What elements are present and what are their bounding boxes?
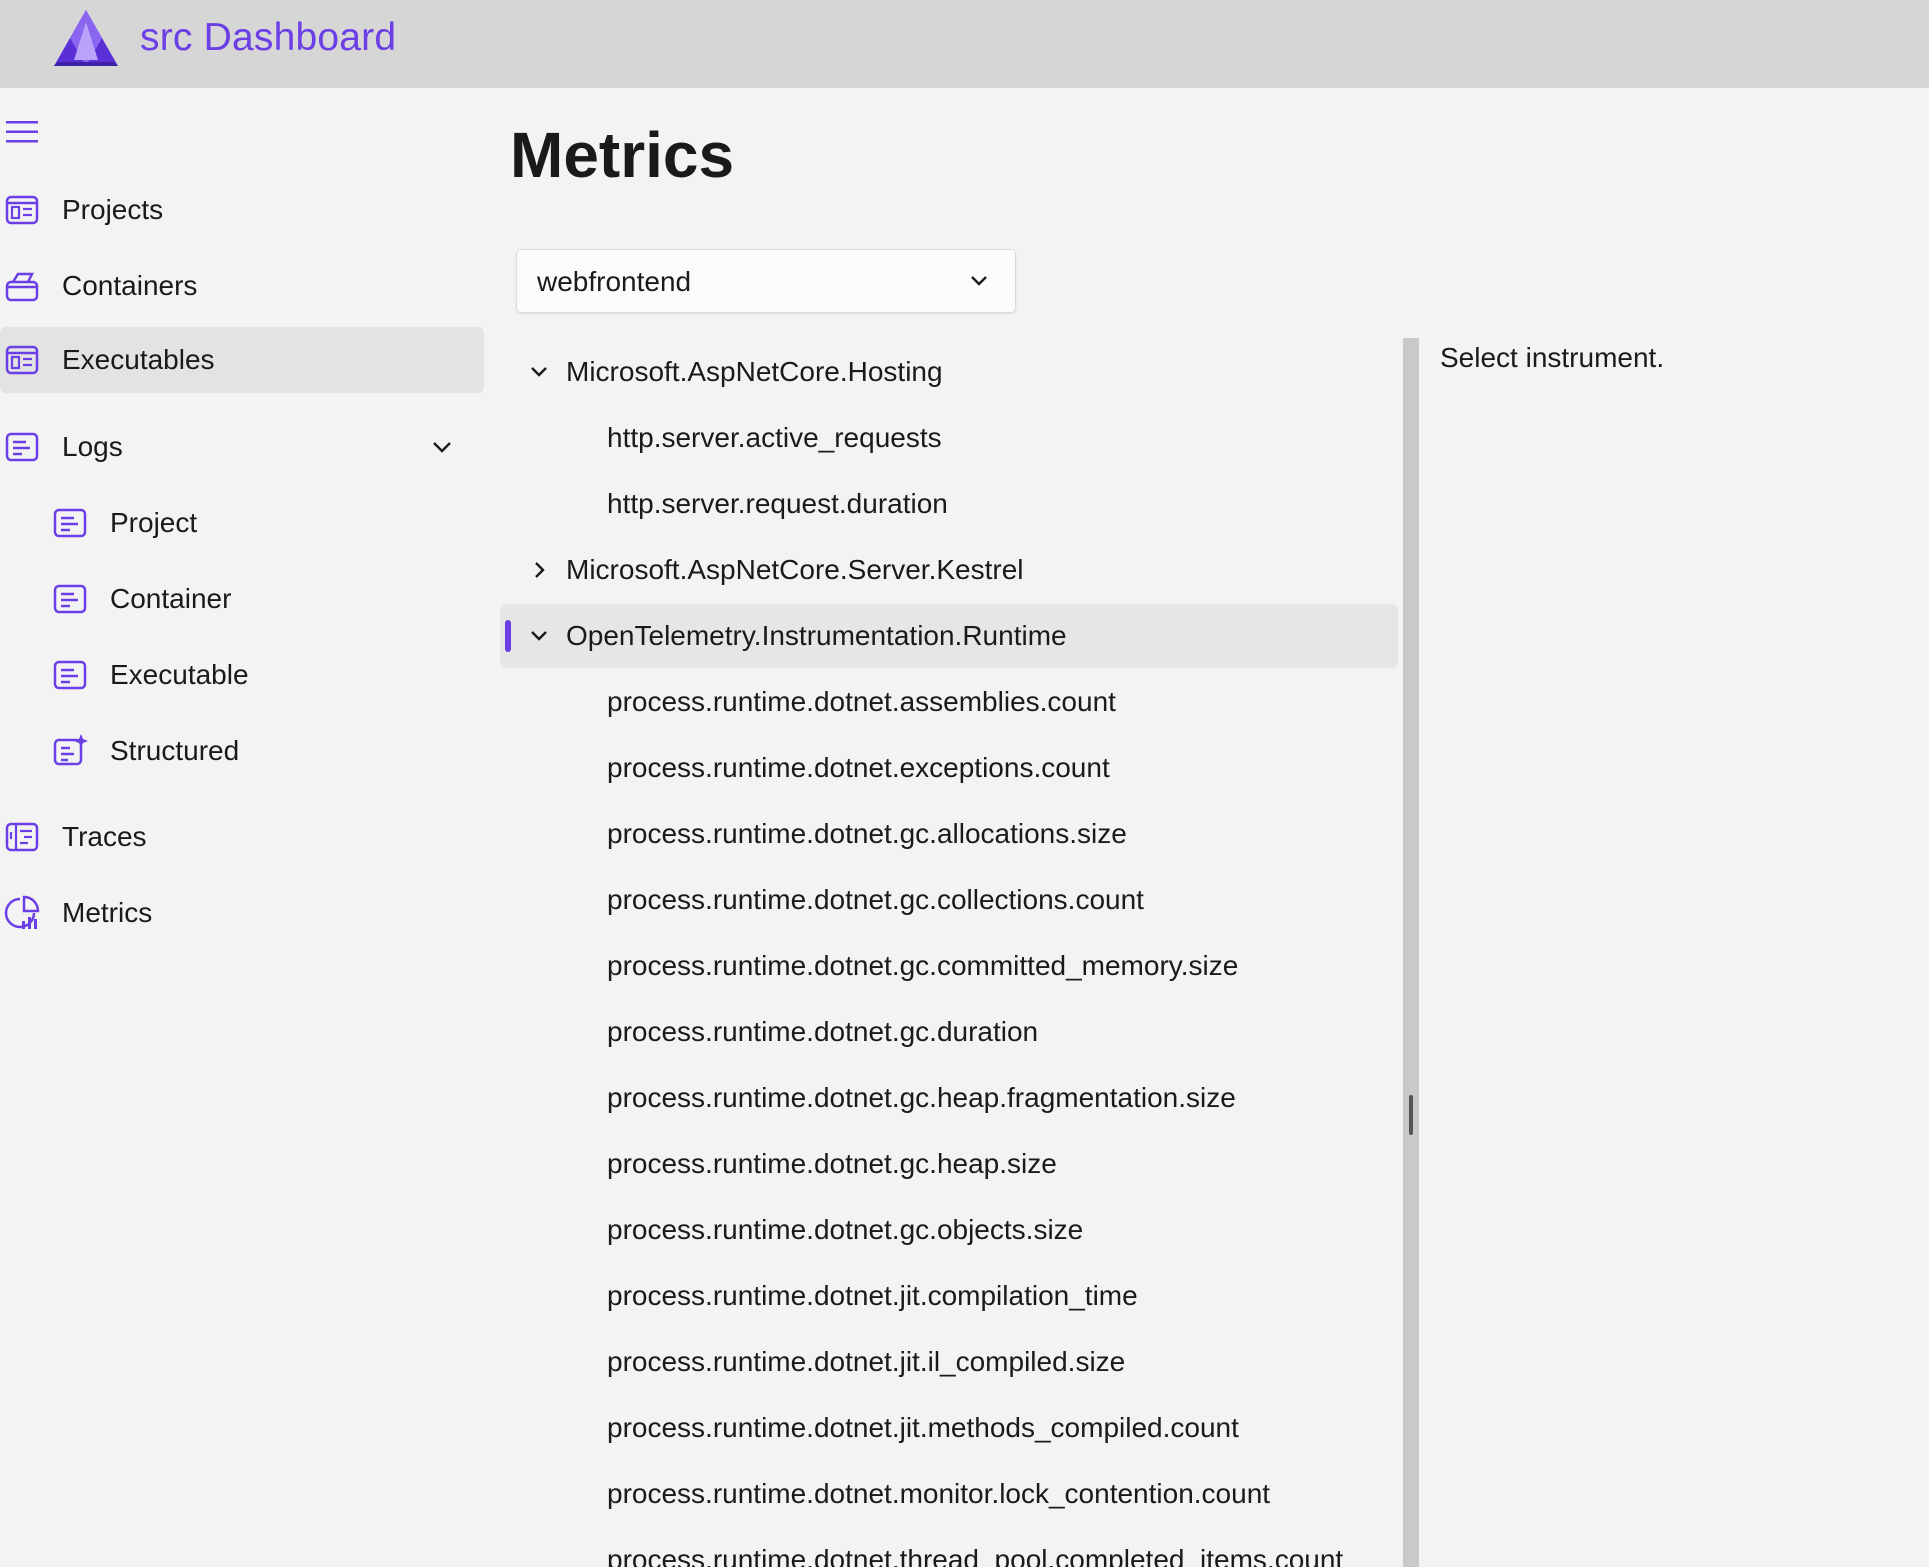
tree-item[interactable]: process.runtime.dotnet.thread_pool.compl…: [500, 1528, 1398, 1567]
tree-item-label: process.runtime.dotnet.thread_pool.compl…: [607, 1544, 1344, 1567]
tree-item-label: OpenTelemetry.Instrumentation.Runtime: [566, 620, 1067, 651]
tree-item[interactable]: process.runtime.dotnet.gc.heap.fragmenta…: [500, 1066, 1398, 1130]
splitter-grip-handle[interactable]: [1409, 1095, 1413, 1135]
page-title: Metrics: [510, 119, 735, 191]
hamburger-menu-icon[interactable]: [4, 118, 40, 146]
instrument-tree: Microsoft.AspNetCore.Hosting http.server…: [500, 340, 1398, 1567]
tree-item-label: http.server.active_requests: [607, 422, 942, 453]
tree-item-label: process.runtime.dotnet.assemblies.count: [607, 686, 1116, 717]
log-container-icon: [53, 584, 87, 614]
sidebar-item-label: Metrics: [62, 897, 153, 928]
tree-item[interactable]: process.runtime.dotnet.jit.compilation_t…: [500, 1264, 1398, 1328]
aspire-logo-icon[interactable]: [52, 8, 120, 68]
chevron-down-icon[interactable]: [526, 623, 552, 649]
sidebar-item-label: Executables: [62, 344, 215, 375]
tree-item-label: http.server.request.duration: [607, 488, 948, 519]
sidebar-item-label: Logs: [62, 431, 123, 462]
tree-item-label: process.runtime.dotnet.gc.collections.co…: [607, 884, 1144, 915]
detail-placeholder: Select instrument.: [1440, 342, 1665, 373]
sidebar-item-label: Project: [110, 507, 198, 538]
sidebar-item-traces[interactable]: Traces: [0, 804, 484, 870]
chevron-down-icon[interactable]: [966, 268, 992, 294]
chevron-right-icon[interactable]: [526, 557, 552, 583]
sidebar-item-logs[interactable]: Logs: [0, 414, 484, 480]
tree-item[interactable]: process.runtime.dotnet.gc.allocations.si…: [500, 802, 1398, 866]
sidebar-item-projects[interactable]: Projects: [0, 177, 484, 243]
sidebar-item-logs-project[interactable]: Project: [0, 490, 484, 556]
tree-item[interactable]: http.server.active_requests: [500, 406, 1398, 470]
sidebar-item-containers[interactable]: Containers: [0, 253, 484, 319]
tree-item[interactable]: process.runtime.dotnet.gc.objects.size: [500, 1198, 1398, 1262]
tree-item-label: process.runtime.dotnet.gc.duration: [607, 1016, 1039, 1047]
tree-item-label: Microsoft.AspNetCore.Hosting: [566, 356, 943, 387]
tree-item[interactable]: process.runtime.dotnet.gc.heap.size: [500, 1132, 1398, 1196]
sidebar-item-executables[interactable]: Executables: [0, 327, 484, 393]
tree-item-label: process.runtime.dotnet.gc.objects.size: [607, 1214, 1084, 1245]
sidebar-item-label: Container: [110, 583, 232, 614]
pane-splitter[interactable]: [1403, 338, 1419, 1567]
chevron-down-icon[interactable]: [428, 433, 456, 461]
resource-select-value: webfrontend: [537, 266, 692, 297]
resource-select[interactable]: webfrontend: [516, 249, 1016, 313]
app-title[interactable]: src Dashboard: [140, 16, 396, 60]
tree-group-aspnetcore-kestrel[interactable]: Microsoft.AspNetCore.Server.Kestrel: [500, 538, 1398, 602]
sidebar-item-label: Traces: [62, 821, 147, 852]
sidebar-item-label: Containers: [62, 270, 198, 301]
executables-icon: [5, 345, 39, 375]
tree-item-label: process.runtime.dotnet.jit.methods_compi…: [607, 1412, 1239, 1443]
tree-item[interactable]: process.runtime.dotnet.gc.duration: [500, 1000, 1398, 1064]
sidebar-item-metrics[interactable]: Metrics: [0, 880, 484, 946]
tree-item-label: process.runtime.dotnet.gc.allocations.si…: [607, 818, 1127, 849]
sidebar-item-label: Executable: [110, 659, 249, 690]
tree-group-aspnetcore-hosting[interactable]: Microsoft.AspNetCore.Hosting: [500, 340, 1398, 404]
traces-icon: [5, 822, 39, 852]
sidebar-item-logs-container[interactable]: Container: [0, 566, 484, 632]
log-structured-icon: [53, 734, 88, 766]
tree-item-label: process.runtime.dotnet.gc.committed_memo…: [607, 950, 1239, 981]
tree-item[interactable]: process.runtime.dotnet.gc.collections.co…: [500, 868, 1398, 932]
tree-item[interactable]: http.server.request.duration: [500, 472, 1398, 536]
containers-icon: [5, 272, 39, 302]
sidebar-item-logs-executable[interactable]: Executable: [0, 642, 484, 708]
tree-item-label: process.runtime.dotnet.jit.il_compiled.s…: [607, 1346, 1126, 1377]
selection-indicator: [505, 620, 511, 652]
app-window: src Dashboard Projects Containers Execut…: [0, 0, 1929, 1567]
tree-item-label: process.runtime.dotnet.gc.heap.fragmenta…: [607, 1082, 1236, 1113]
chevron-down-icon[interactable]: [526, 359, 552, 385]
tree-item-label: Microsoft.AspNetCore.Server.Kestrel: [566, 554, 1024, 585]
app-header: src Dashboard: [0, 0, 1929, 88]
tree-item[interactable]: process.runtime.dotnet.monitor.lock_cont…: [500, 1462, 1398, 1526]
tree-item[interactable]: process.runtime.dotnet.jit.methods_compi…: [500, 1396, 1398, 1460]
tree-item[interactable]: process.runtime.dotnet.jit.il_compiled.s…: [500, 1330, 1398, 1394]
projects-icon: [5, 195, 39, 225]
tree-item-label: process.runtime.dotnet.exceptions.count: [607, 752, 1110, 783]
tree-item[interactable]: process.runtime.dotnet.gc.committed_memo…: [500, 934, 1398, 998]
log-executable-icon: [53, 660, 87, 690]
tree-group-opentelemetry-runtime[interactable]: OpenTelemetry.Instrumentation.Runtime: [500, 604, 1398, 668]
tree-item[interactable]: process.runtime.dotnet.exceptions.count: [500, 736, 1398, 800]
logs-icon: [5, 432, 39, 462]
metrics-icon: [4, 895, 40, 929]
tree-item[interactable]: process.runtime.dotnet.assemblies.count: [500, 670, 1398, 734]
sidebar-item-label: Structured: [110, 735, 240, 766]
tree-item-label: process.runtime.dotnet.monitor.lock_cont…: [607, 1478, 1271, 1509]
tree-item-label: process.runtime.dotnet.gc.heap.size: [607, 1148, 1057, 1179]
log-project-icon: [53, 508, 87, 538]
sidebar-item-logs-structured[interactable]: Structured: [0, 718, 484, 784]
sidebar-item-label: Projects: [62, 194, 164, 225]
tree-item-label: process.runtime.dotnet.jit.compilation_t…: [607, 1280, 1138, 1311]
